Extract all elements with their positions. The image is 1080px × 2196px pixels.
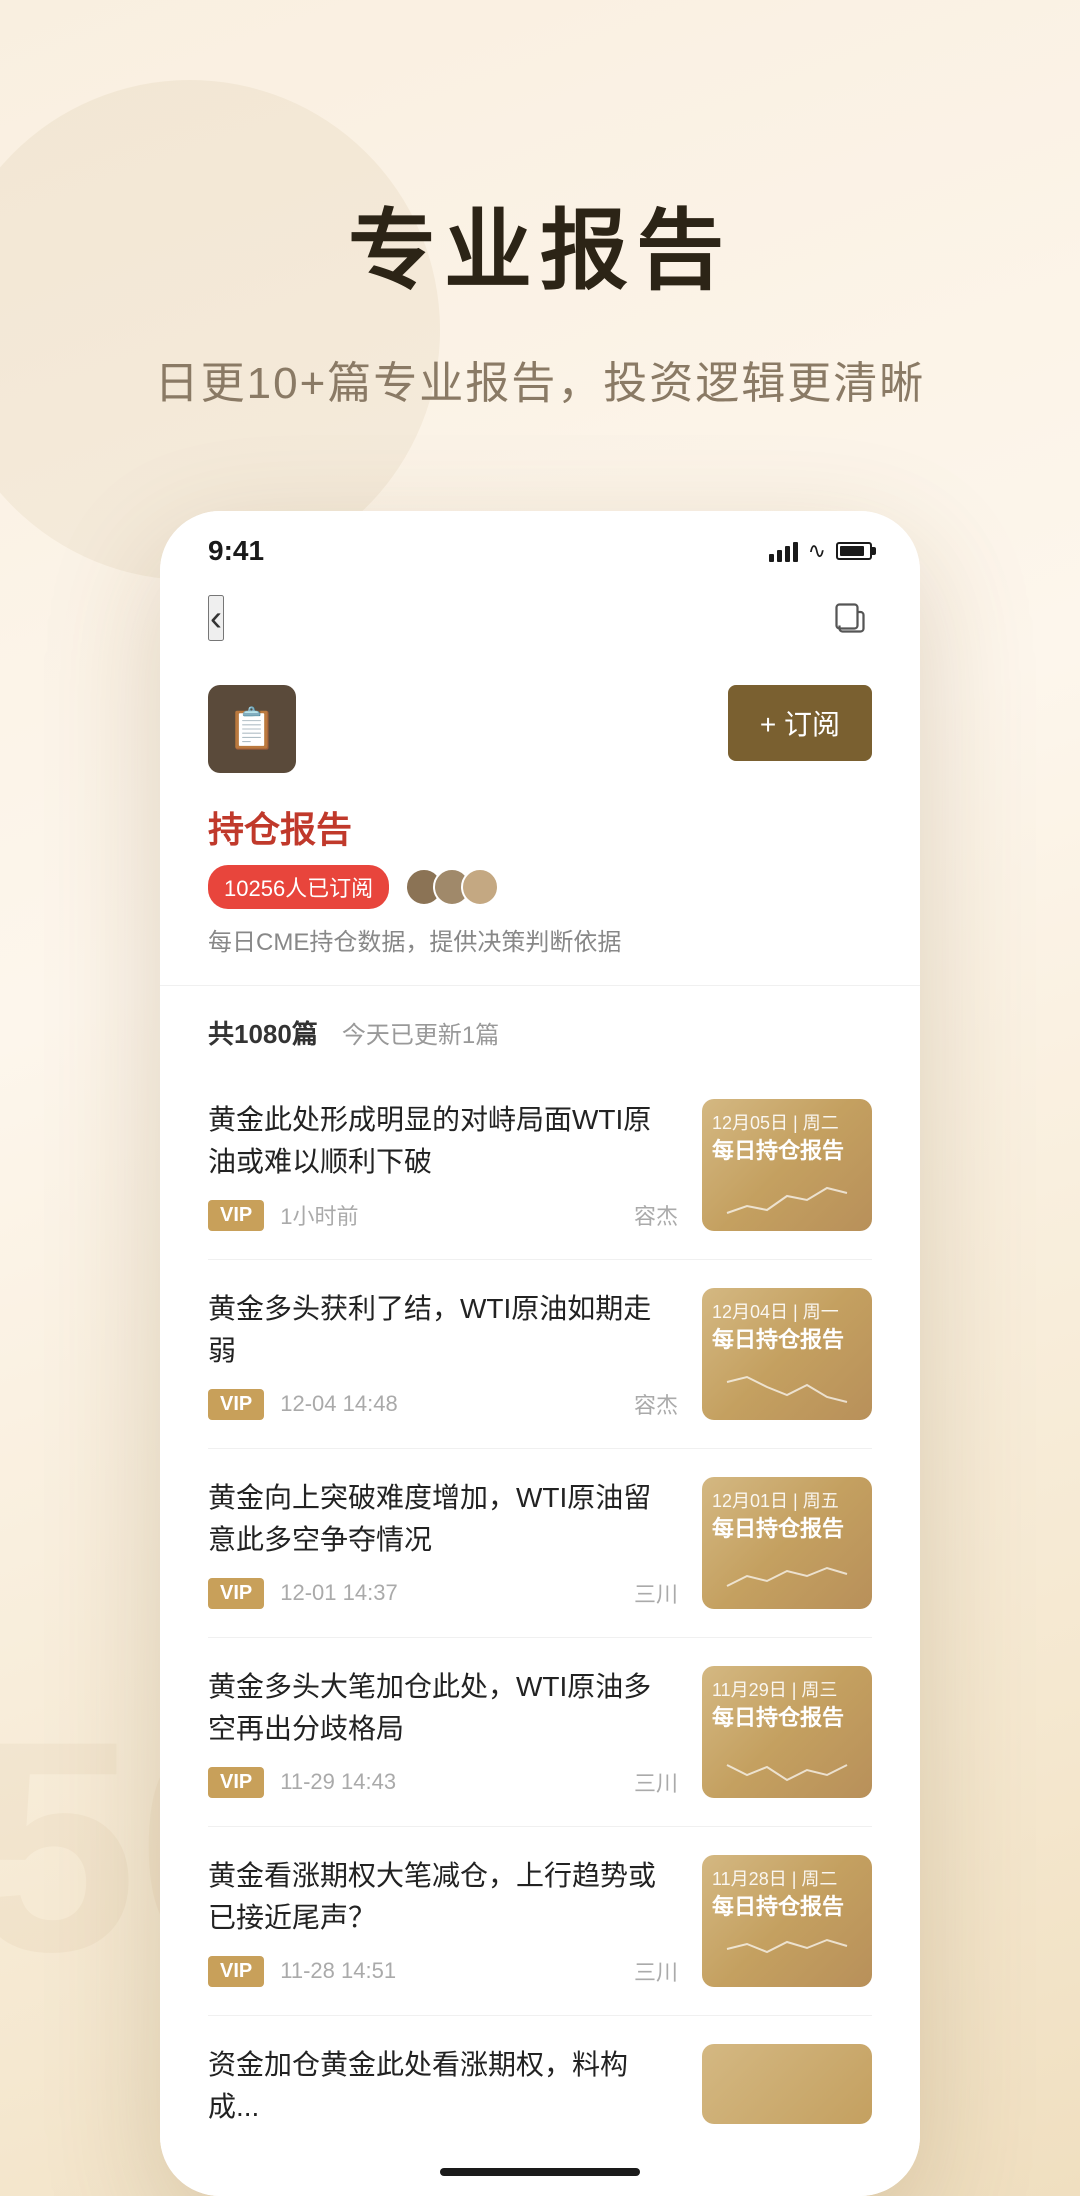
vip-badge: VIP bbox=[208, 1767, 264, 1798]
hero-title: 专业报告 bbox=[60, 180, 1020, 307]
article-title: 黄金多头大笔加仓此处，WTI原油多空再出分歧格局 bbox=[208, 1666, 678, 1750]
channel-meta: 10256人已订阅 bbox=[208, 865, 872, 909]
thumb-chart bbox=[710, 1934, 864, 1979]
article-title: 黄金多头获利了结，WTI原油如期走弱 bbox=[208, 1288, 678, 1372]
thumb-title: 每日持仓报告 bbox=[712, 1704, 862, 1733]
article-thumbnail: 12月01日 | 周五 每日持仓报告 bbox=[702, 1477, 872, 1609]
thumb-title: 每日持仓报告 bbox=[712, 1515, 862, 1544]
channel-desc: 每日CME持仓数据，提供决策判断依据 bbox=[208, 925, 872, 961]
thumb-chart bbox=[710, 1556, 864, 1601]
phone-wrapper: 9:41 ∿ ‹ bbox=[0, 471, 1080, 2196]
article-title: 黄金看涨期权大笔减仓，上行趋势或已接近尾声？ bbox=[208, 1855, 678, 1939]
article-item[interactable]: 黄金看涨期权大笔减仓，上行趋势或已接近尾声？ VIP 11-28 14:51 三… bbox=[208, 1827, 872, 2016]
thumb-chart bbox=[710, 1745, 864, 1790]
indicator-bar bbox=[440, 2168, 640, 2176]
article-item[interactable]: 黄金此处形成明显的对峙局面WTI原油或难以顺利下破 VIP 1小时前 容杰 12… bbox=[208, 1071, 872, 1260]
vip-badge: VIP bbox=[208, 1956, 264, 1987]
article-body: 黄金多头获利了结，WTI原油如期走弱 VIP 12-04 14:48 容杰 bbox=[208, 1288, 678, 1420]
hero-subtitle: 日更10+篇专业报告，投资逻辑更清晰 bbox=[60, 347, 1020, 411]
article-body: 黄金看涨期权大笔减仓，上行趋势或已接近尾声？ VIP 11-28 14:51 三… bbox=[208, 1855, 678, 1987]
article-author: 三川 bbox=[634, 1577, 678, 1609]
thumb-date: 12月04日 | 周一 bbox=[712, 1298, 862, 1324]
share-icon bbox=[832, 600, 868, 636]
article-count-bar: 共1080篇 今天已更新1篇 bbox=[208, 986, 872, 1071]
article-footer: VIP 1小时前 容杰 bbox=[208, 1199, 678, 1231]
channel-header: 📋 + 订阅 bbox=[208, 685, 872, 773]
battery-icon bbox=[836, 542, 872, 560]
status-bar: 9:41 ∿ bbox=[160, 511, 920, 579]
thumb-title: 每日持仓报告 bbox=[712, 1137, 862, 1166]
thumb-date: 11月28日 | 周二 bbox=[712, 1865, 862, 1891]
article-time: 11-29 14:43 bbox=[280, 1769, 396, 1795]
article-time: 11-28 14:51 bbox=[280, 1958, 396, 1984]
home-indicator bbox=[160, 2148, 920, 2196]
avatar bbox=[461, 868, 499, 906]
article-author: 三川 bbox=[634, 1955, 678, 1987]
subscriber-avatars bbox=[405, 868, 499, 906]
subscribe-button[interactable]: + 订阅 bbox=[728, 685, 872, 761]
thumb-title: 每日持仓报告 bbox=[712, 1326, 862, 1355]
channel-info: 持仓报告 10256人已订阅 bbox=[208, 793, 872, 925]
thumb-title: 每日持仓报告 bbox=[712, 1893, 862, 1922]
article-footer: VIP 11-28 14:51 三川 bbox=[208, 1955, 678, 1987]
vip-badge: VIP bbox=[208, 1578, 264, 1609]
channel-logo: 📋 bbox=[208, 685, 296, 773]
article-author: 容杰 bbox=[634, 1199, 678, 1231]
article-author: 三川 bbox=[634, 1766, 678, 1798]
article-title: 黄金此处形成明显的对峙局面WTI原油或难以顺利下破 bbox=[208, 1099, 678, 1183]
back-button[interactable]: ‹ bbox=[208, 595, 224, 641]
article-title: 黄金向上突破难度增加，WTI原油留意此多空争夺情况 bbox=[208, 1477, 678, 1561]
article-body: 黄金向上突破难度增加，WTI原油留意此多空争夺情况 VIP 12-01 14:3… bbox=[208, 1477, 678, 1609]
article-title-partial: 资金加仓黄金此处看涨期权，料构成... bbox=[208, 2044, 678, 2128]
hero-section: 专业报告 日更10+篇专业报告，投资逻辑更清晰 bbox=[0, 0, 1080, 471]
article-body-partial: 资金加仓黄金此处看涨期权，料构成... bbox=[208, 2044, 678, 2128]
channel-logo-icon: 📋 bbox=[227, 709, 277, 749]
article-item[interactable]: 黄金多头大笔加仓此处，WTI原油多空再出分歧格局 VIP 11-29 14:43… bbox=[208, 1638, 872, 1827]
article-footer: VIP 11-29 14:43 三川 bbox=[208, 1766, 678, 1798]
subscriber-badge: 10256人已订阅 bbox=[208, 865, 389, 909]
share-button[interactable] bbox=[828, 596, 872, 640]
article-footer: VIP 12-01 14:37 三川 bbox=[208, 1577, 678, 1609]
nav-bar: ‹ bbox=[160, 579, 920, 661]
article-count-number: 共1080篇 bbox=[208, 1014, 318, 1051]
channel-name: 持仓报告 bbox=[208, 801, 872, 853]
article-body: 黄金多头大笔加仓此处，WTI原油多空再出分歧格局 VIP 11-29 14:43… bbox=[208, 1666, 678, 1798]
article-time: 12-04 14:48 bbox=[280, 1391, 397, 1417]
article-thumbnail: 11月29日 | 周三 每日持仓报告 bbox=[702, 1666, 872, 1798]
thumb-date: 11月29日 | 周三 bbox=[712, 1676, 862, 1702]
article-item-partial[interactable]: 资金加仓黄金此处看涨期权，料构成... bbox=[208, 2016, 872, 2148]
article-thumbnail: 12月04日 | 周一 每日持仓报告 bbox=[702, 1288, 872, 1420]
vip-badge: VIP bbox=[208, 1200, 264, 1231]
thumb-chart bbox=[710, 1367, 864, 1412]
signal-icon bbox=[769, 540, 798, 562]
vip-badge: VIP bbox=[208, 1389, 264, 1420]
status-icons: ∿ bbox=[769, 538, 872, 564]
article-footer: VIP 12-04 14:48 容杰 bbox=[208, 1388, 678, 1420]
article-thumbnail-partial bbox=[702, 2044, 872, 2124]
phone-mockup: 9:41 ∿ ‹ bbox=[160, 511, 920, 2196]
status-time: 9:41 bbox=[208, 535, 264, 567]
article-time: 12-01 14:37 bbox=[280, 1580, 397, 1606]
wifi-icon: ∿ bbox=[808, 538, 826, 564]
article-item[interactable]: 黄金多头获利了结，WTI原油如期走弱 VIP 12-04 14:48 容杰 12… bbox=[208, 1260, 872, 1449]
article-body: 黄金此处形成明显的对峙局面WTI原油或难以顺利下破 VIP 1小时前 容杰 bbox=[208, 1099, 678, 1231]
article-thumbnail: 11月28日 | 周二 每日持仓报告 bbox=[702, 1855, 872, 1987]
content-area: 📋 + 订阅 持仓报告 10256人已订阅 每日CME持仓数据，提供决策判断依据 bbox=[160, 661, 920, 2148]
thumb-chart bbox=[710, 1178, 864, 1223]
article-item[interactable]: 黄金向上突破难度增加，WTI原油留意此多空争夺情况 VIP 12-01 14:3… bbox=[208, 1449, 872, 1638]
thumb-date: 12月01日 | 周五 bbox=[712, 1487, 862, 1513]
article-thumbnail: 12月05日 | 周二 每日持仓报告 bbox=[702, 1099, 872, 1231]
today-update: 今天已更新1篇 bbox=[342, 1015, 499, 1050]
article-time: 1小时前 bbox=[280, 1199, 358, 1231]
article-author: 容杰 bbox=[634, 1388, 678, 1420]
thumb-date: 12月05日 | 周二 bbox=[712, 1109, 862, 1135]
